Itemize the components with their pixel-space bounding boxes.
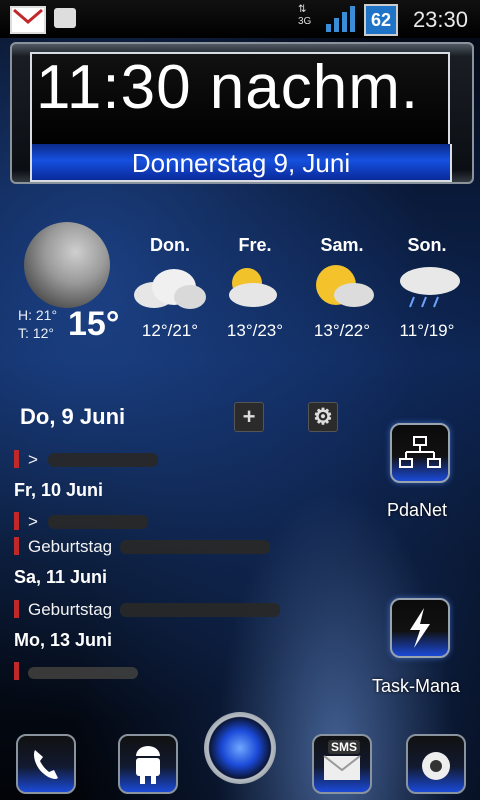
agenda-event[interactable]: > [14,512,354,532]
weather-high: H: 21° [18,307,58,323]
app-shortcut-button[interactable] [406,734,466,794]
partly-cloudy-icon [217,263,297,311]
home-button[interactable] [204,712,276,784]
weather-low: T: 12° [18,325,54,341]
agenda-event[interactable]: Geburtstag [14,600,354,620]
lock-icon [54,8,76,28]
battery-icon: 62 [364,4,398,36]
weather-current-temp: 15° [68,305,120,343]
pdanet-shortcut[interactable] [390,423,450,483]
event-marker [14,662,19,680]
android-icon [136,746,160,784]
status-time: 23:30 [412,7,468,32]
event-marker [14,512,19,530]
rain-icon [390,263,470,311]
clock-date: Donnerstag 9, Juni [131,148,351,178]
app-icon [422,752,450,780]
event-marker [14,450,19,468]
gmail-icon [10,6,46,34]
forecast-range: 12°/21° [141,321,199,340]
clock-date-bar: Donnerstag 9, Juni [30,144,452,182]
event-title: Geburtstag [28,537,113,556]
agenda-event[interactable] [14,662,354,682]
network-type-icon: ⇅ 3G [298,4,312,27]
pdanet-label[interactable]: PdaNet [387,500,447,521]
event-title: > [28,450,38,469]
redacted-block [120,540,271,554]
moon-icon [24,222,110,308]
forecast-range: 11°/19° [399,321,455,340]
redacted-block [47,453,158,467]
agenda-date-heading: Mo, 13 Juni [14,630,113,650]
settings-icon[interactable]: ⚙ [308,402,338,432]
redacted-block [47,515,148,529]
event-title: > [28,512,38,531]
network-icon [399,436,441,468]
task-manager-shortcut[interactable] [390,598,450,658]
lightning-icon [410,608,430,648]
weather-widget[interactable]: H: 21° T: 12° 15° Don. Fre. Sam. Son. 12… [10,215,470,350]
forecast-day: Sam. [320,235,364,255]
forecast-range: 13°/22° [313,321,371,340]
clock-time: 11:30 nachm. [36,53,420,122]
agenda-date-heading: Sa, 11 Juni [14,567,108,587]
forecast-day: Son. [407,235,447,255]
task-manager-label[interactable]: Task-Mana [372,676,460,697]
agenda-event[interactable]: > [14,450,354,470]
event-marker [14,600,19,618]
status-bar[interactable]: ⇅ 3G 62 23:30 [0,0,480,38]
cloudy-icon [130,263,210,311]
sms-label: SMS [328,740,361,754]
phone-icon [34,750,58,779]
agenda-event[interactable]: Geburtstag [14,537,354,557]
network-label: 3G [298,16,312,27]
sms-button[interactable]: SMS [312,734,372,794]
agenda-header: Do, 9 Juni [20,404,126,429]
agenda-date-heading: Fr, 10 Juni [14,480,104,500]
redacted-block [28,667,138,679]
event-title: Geburtstag [28,600,113,619]
add-event-button[interactable]: + [234,402,264,432]
forecast-range: 13°/23° [226,321,284,340]
forecast-day: Fre. [238,235,272,255]
phone-button[interactable] [16,734,76,794]
signal-icon [324,6,356,37]
app-drawer-button[interactable] [118,734,178,794]
partly-sunny-icon [304,263,384,311]
forecast-day: Don. [150,235,190,255]
redacted-block [120,603,281,617]
event-marker [14,537,19,555]
